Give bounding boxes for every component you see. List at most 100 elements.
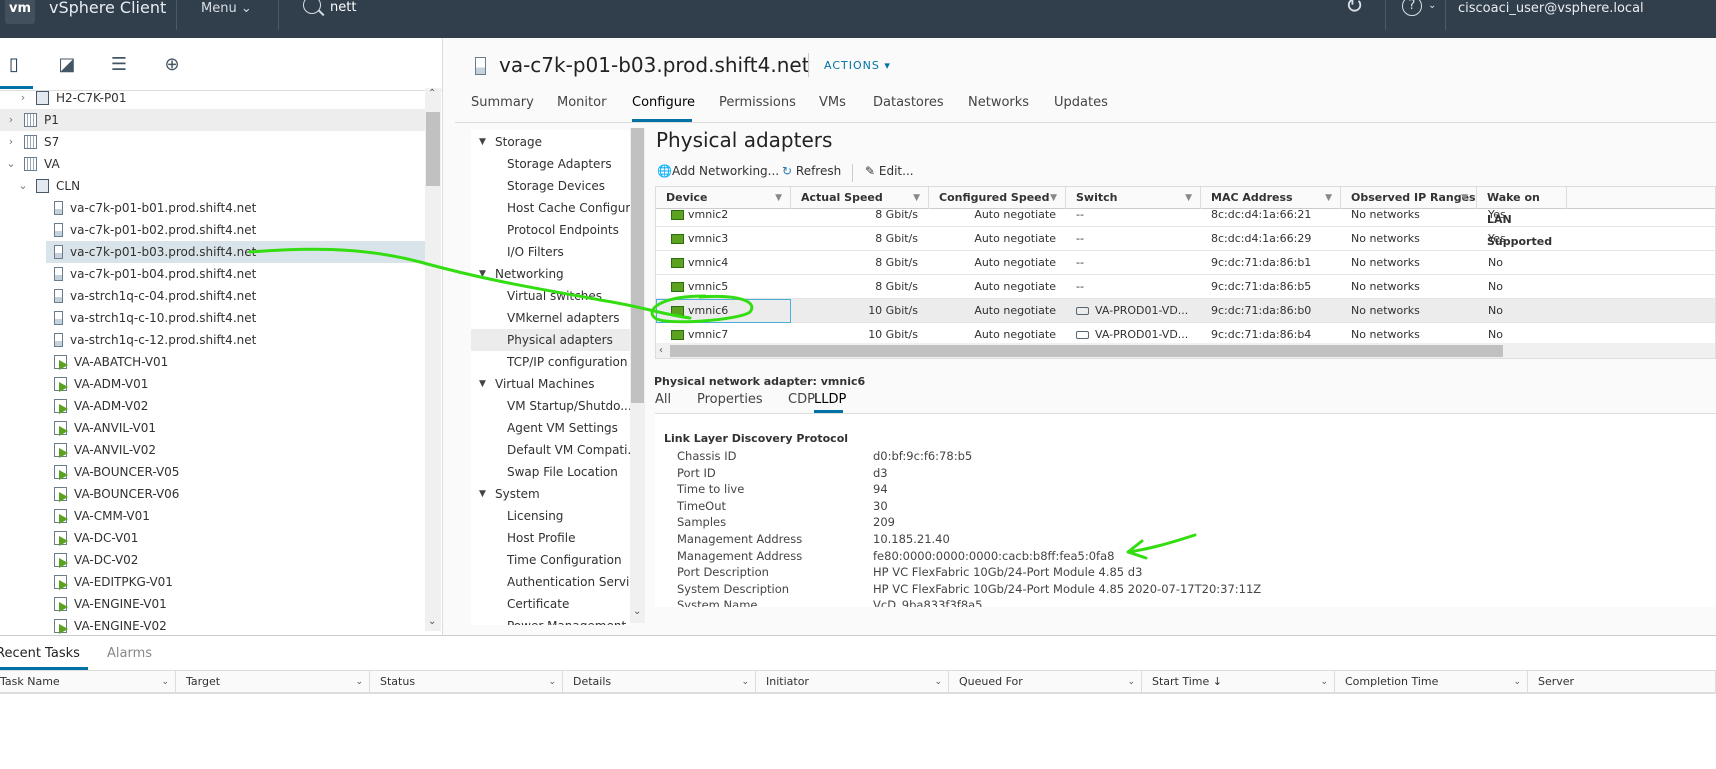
- configure-menu-scrollbar[interactable]: ⌄: [630, 128, 645, 623]
- menu-item[interactable]: Power Management: [471, 615, 630, 625]
- menu-item[interactable]: Time Configuration: [471, 549, 630, 571]
- menu-item[interactable]: Physical adapters: [471, 329, 630, 351]
- chevron-right-icon[interactable]: ›: [6, 131, 16, 153]
- column-header[interactable]: Completion Time ⌄: [1335, 671, 1528, 693]
- tab-datastores[interactable]: Datastores: [873, 95, 944, 110]
- column-header[interactable]: Wake on LAN Supported: [1477, 187, 1567, 248]
- tree-item[interactable]: › S7: [0, 131, 425, 153]
- tab-configure[interactable]: Configure: [632, 95, 695, 110]
- menu-section-storage[interactable]: ▼ Storage: [471, 131, 630, 153]
- table-row[interactable]: vmnic3 8 Gbit/s Auto negotiate -- 8c:dc:d4:1…: [656, 227, 1715, 251]
- chevron-right-icon[interactable]: ›: [18, 87, 28, 109]
- collapse-triangle-icon[interactable]: ▼: [479, 483, 486, 505]
- tree-item[interactable]: VA-BOUNCER-V05: [46, 461, 425, 483]
- tree-item[interactable]: VA-ABATCH-V01: [46, 351, 425, 373]
- tree-item[interactable]: va-strch1q-c-04.prod.shift4.net: [46, 285, 425, 307]
- chevron-down-icon[interactable]: ⌄: [6, 153, 16, 175]
- chevron-down-icon[interactable]: ⌄: [741, 671, 749, 693]
- table-horizontal-scrollbar[interactable]: ‹: [656, 343, 1715, 358]
- tab-recent-tasks[interactable]: Recent Tasks: [0, 646, 80, 661]
- scroll-up-icon[interactable]: ⌃: [428, 88, 436, 99]
- tab-networks[interactable]: Networks: [968, 95, 1029, 110]
- chevron-down-icon[interactable]: ⌄: [1127, 671, 1135, 693]
- scroll-thumb[interactable]: [631, 128, 644, 403]
- column-header[interactable]: Queued For ⌄: [949, 671, 1142, 693]
- chevron-down-icon[interactable]: ⌄: [1428, 0, 1436, 11]
- scroll-down-icon[interactable]: ⌄: [428, 616, 436, 627]
- collapse-triangle-icon[interactable]: ▼: [479, 263, 486, 285]
- edit-button[interactable]: ✎ Edit...: [865, 164, 914, 178]
- table-row[interactable]: vmnic5 8 Gbit/s Auto negotiate -- 9c:dc:71:d…: [656, 275, 1715, 299]
- column-header[interactable]: Server: [1528, 671, 1716, 693]
- networking-icon[interactable]: ⊕: [160, 54, 184, 78]
- menu-section-virtual-machines[interactable]: ▼ Virtual Machines: [471, 373, 630, 395]
- column-header[interactable]: Actual Speed ▼: [791, 187, 929, 209]
- scroll-down-icon[interactable]: ⌄: [633, 606, 641, 617]
- column-header[interactable]: MAC Address ▼: [1201, 187, 1341, 209]
- column-header[interactable]: Target ⌄: [176, 671, 370, 693]
- column-header[interactable]: Start Time ↓ ⌄: [1142, 671, 1335, 693]
- tree-item[interactable]: va-c7k-p01-b04.prod.shift4.net: [46, 263, 425, 285]
- menu-item[interactable]: Authentication Servi...: [471, 571, 630, 593]
- filter-icon[interactable]: ▼: [1185, 187, 1192, 209]
- chevron-down-icon[interactable]: ⌄: [548, 671, 556, 693]
- menu-section-system[interactable]: ▼ System: [471, 483, 630, 505]
- tree-item[interactable]: va-strch1q-c-10.prod.shift4.net: [46, 307, 425, 329]
- menu-item[interactable]: Host Cache Configur...: [471, 197, 630, 219]
- tree-item[interactable]: VA-DC-V02: [46, 549, 425, 571]
- tree-item[interactable]: VA-DC-V01: [46, 527, 425, 549]
- table-row[interactable]: vmnic4 8 Gbit/s Auto negotiate -- 9c:dc:71:d…: [656, 251, 1715, 275]
- filter-icon[interactable]: ▼: [1325, 187, 1332, 209]
- tree-item[interactable]: va-c7k-p01-b03.prod.shift4.net: [46, 241, 425, 263]
- menu-item[interactable]: Protocol Endpoints: [471, 219, 630, 241]
- menu-item[interactable]: TCP/IP configuration: [471, 351, 630, 373]
- add-networking-button[interactable]: 🌐Add Networking...: [657, 164, 779, 178]
- column-header[interactable]: Configured Speed ▼: [929, 187, 1066, 209]
- tree-item[interactable]: VA-ANVIL-V02: [46, 439, 425, 461]
- search-input[interactable]: nett: [330, 0, 356, 15]
- tab-monitor[interactable]: Monitor: [557, 95, 606, 110]
- menu-item[interactable]: Certificate: [471, 593, 630, 615]
- chevron-down-icon[interactable]: ⌄: [1513, 671, 1521, 693]
- menu-section-networking[interactable]: ▼ Networking: [471, 263, 630, 285]
- filter-icon[interactable]: ▼: [1461, 187, 1468, 209]
- collapse-triangle-icon[interactable]: ▼: [479, 373, 486, 395]
- tab-lldp[interactable]: LLDP: [814, 392, 846, 407]
- menu-item[interactable]: Storage Adapters: [471, 153, 630, 175]
- tree-item[interactable]: ⌄ VA: [0, 153, 425, 175]
- scroll-thumb[interactable]: [426, 112, 440, 186]
- tree-item[interactable]: VA-ENGINE-V01: [46, 593, 425, 615]
- tree-item[interactable]: VA-ADM-V01: [46, 373, 425, 395]
- column-header[interactable]: Status ⌄: [370, 671, 563, 693]
- tree-item[interactable]: VA-ENGINE-V02: [46, 615, 425, 637]
- column-header[interactable]: Initiator ⌄: [756, 671, 949, 693]
- chevron-down-icon[interactable]: ⌄: [355, 671, 363, 693]
- menu-item[interactable]: VM Startup/Shutdo...: [471, 395, 630, 417]
- tab-summary[interactable]: Summary: [471, 95, 534, 110]
- tab-updates[interactable]: Updates: [1054, 95, 1108, 110]
- filter-icon[interactable]: ▼: [1050, 187, 1057, 209]
- menu-item[interactable]: Virtual switches: [471, 285, 630, 307]
- help-icon[interactable]: ?: [1402, 0, 1422, 16]
- menu-item[interactable]: Swap File Location: [471, 461, 630, 483]
- menu-item[interactable]: VMkernel adapters: [471, 307, 630, 329]
- column-header[interactable]: Details ⌄: [563, 671, 756, 693]
- tree-item[interactable]: va-c7k-p01-b02.prod.shift4.net: [46, 219, 425, 241]
- chevron-down-icon[interactable]: ⌄: [18, 175, 28, 197]
- scroll-left-icon[interactable]: ‹: [659, 345, 663, 356]
- tree-item[interactable]: VA-ANVIL-V01: [46, 417, 425, 439]
- chevron-down-icon[interactable]: ⌄: [161, 671, 169, 693]
- search-icon[interactable]: [303, 0, 321, 14]
- collapse-triangle-icon[interactable]: ▼: [479, 131, 486, 153]
- tree-item[interactable]: va-strch1q-c-12.prod.shift4.net: [46, 329, 425, 351]
- tree-scrollbar[interactable]: ⌃ ⌄: [425, 88, 441, 631]
- tab-all[interactable]: All: [655, 392, 671, 407]
- tab-cdp[interactable]: CDP: [788, 392, 815, 407]
- refresh-icon[interactable]: ↻: [1345, 0, 1363, 19]
- tree-item[interactable]: va-c7k-p01-b01.prod.shift4.net: [46, 197, 425, 219]
- vms-and-templates-icon[interactable]: ◪: [55, 54, 79, 78]
- storage-icon[interactable]: ☰: [107, 54, 131, 78]
- table-row[interactable]: vmnic6 10 Gbit/s Auto negotiate VA-PROD01-V…: [656, 299, 1715, 323]
- menu-item[interactable]: Licensing: [471, 505, 630, 527]
- chevron-down-icon[interactable]: ⌄: [934, 671, 942, 693]
